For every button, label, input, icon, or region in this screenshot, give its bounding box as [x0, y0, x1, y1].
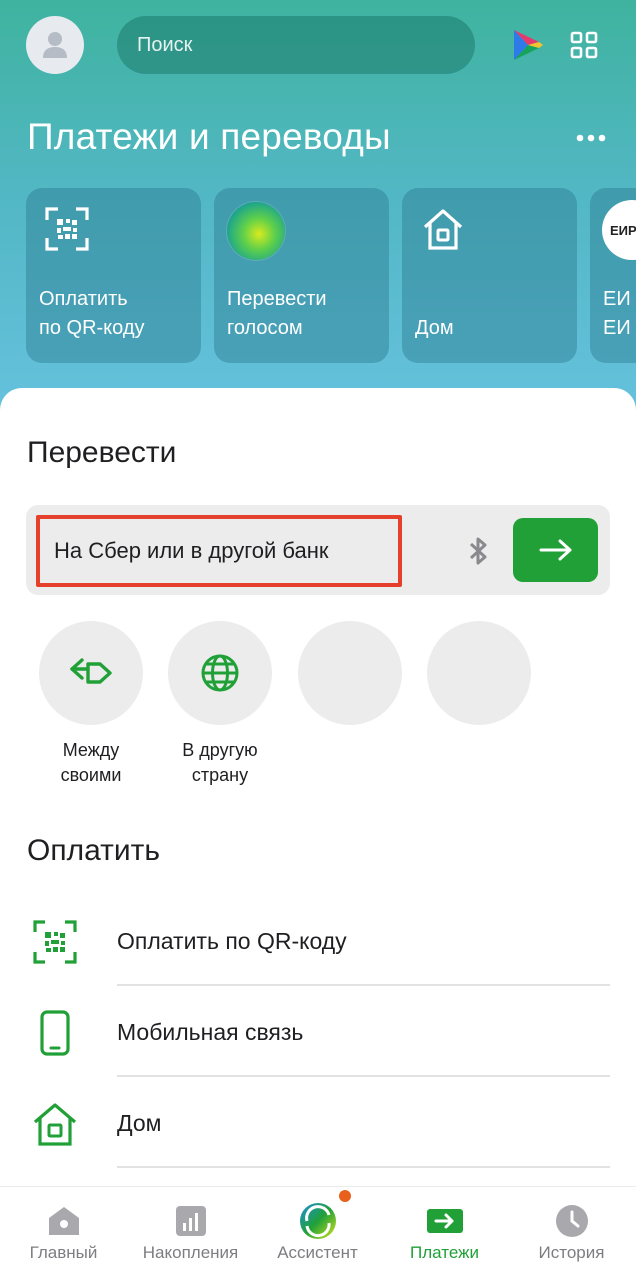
bottom-navigation: Главный Накопления Ассистент Платежи Ист… [0, 1186, 636, 1280]
shortcut-abroad[interactable] [168, 621, 272, 725]
quick-action-eirc[interactable]: ЕИРЦ ЕИ ЕИ [590, 188, 636, 363]
transfer-recipient-field[interactable]: На Сбер или в другой банк [36, 515, 402, 587]
quick-actions-row: Оплатить по QR-коду Перевести голосом До… [26, 188, 636, 363]
nav-label: История [538, 1243, 605, 1262]
nav-label: Ассистент [277, 1243, 358, 1262]
divider [117, 984, 610, 986]
shortcut-label: Между своими [60, 740, 122, 785]
quick-action-home[interactable]: Дом [402, 188, 577, 363]
shortcut-label: В другую страну [182, 740, 258, 785]
between-accounts-icon [70, 658, 112, 684]
payments-icon [426, 1209, 463, 1233]
profile-avatar[interactable] [26, 16, 84, 74]
pay-section-title: Оплатить [27, 834, 160, 867]
nav-label: Накопления [142, 1243, 239, 1262]
apps-grid-icon[interactable] [570, 31, 598, 59]
divider [117, 1075, 610, 1077]
quick-action-label: Перевести голосом [227, 288, 327, 339]
divider [117, 1166, 610, 1168]
notification-badge [337, 1188, 353, 1204]
assistant-icon [299, 1203, 336, 1239]
pay-item-label: Оплатить по QR-коду [117, 928, 347, 954]
quick-action-label: ЕИ ЕИ [603, 288, 631, 339]
quick-action-label: Дом [415, 317, 454, 339]
clock-icon [555, 1205, 588, 1237]
bluetooth-transfer-icon[interactable] [465, 536, 493, 566]
home-icon [48, 1207, 79, 1235]
search-bar[interactable] [117, 16, 475, 74]
qr-icon [33, 920, 77, 964]
globe-icon [201, 654, 239, 692]
shortcut-placeholder [427, 621, 531, 725]
nav-history[interactable]: История [508, 1187, 635, 1280]
pay-item-home[interactable]: Дом [0, 1078, 636, 1168]
pay-item-label: Дом [117, 1110, 162, 1136]
quick-action-voice[interactable]: Перевести голосом [214, 188, 389, 363]
nav-payments[interactable]: Платежи [381, 1187, 508, 1280]
more-options-icon[interactable] [576, 134, 606, 142]
shortcut-between-accounts[interactable] [39, 621, 143, 725]
nav-label: Платежи [410, 1243, 479, 1262]
pay-item-qr[interactable]: Оплатить по QR-коду [0, 896, 636, 986]
transfer-recipient-text: На Сбер или в другой банк [54, 538, 329, 563]
qr-icon [45, 207, 89, 251]
pay-item-mobile[interactable]: Мобильная связь [0, 987, 636, 1077]
quick-action-label: Оплатить по QR-коду [39, 288, 145, 339]
eirc-logo: ЕИРЦ [602, 200, 636, 260]
transfer-continue-button[interactable] [513, 518, 598, 582]
phone-icon [40, 1010, 70, 1056]
nav-label: Главный [29, 1243, 98, 1262]
search-input[interactable] [137, 33, 475, 57]
quick-action-qr[interactable]: Оплатить по QR-коду [26, 188, 201, 363]
nav-home[interactable]: Главный [0, 1187, 127, 1280]
chart-icon [175, 1206, 206, 1236]
pay-item-label: Мобильная связь [117, 1019, 304, 1045]
voice-assistant-icon [227, 202, 285, 260]
nav-savings[interactable]: Накопления [127, 1187, 254, 1280]
transfer-section-title: Перевести [27, 436, 177, 469]
page-title: Платежи и переводы [27, 116, 391, 157]
house-icon [33, 1103, 77, 1146]
play-services-icon[interactable] [508, 26, 546, 64]
shortcut-placeholder [298, 621, 402, 725]
user-icon [43, 32, 67, 58]
house-icon [423, 209, 463, 250]
arrow-right-icon [539, 539, 571, 561]
nav-assistant[interactable]: Ассистент [254, 1187, 381, 1280]
